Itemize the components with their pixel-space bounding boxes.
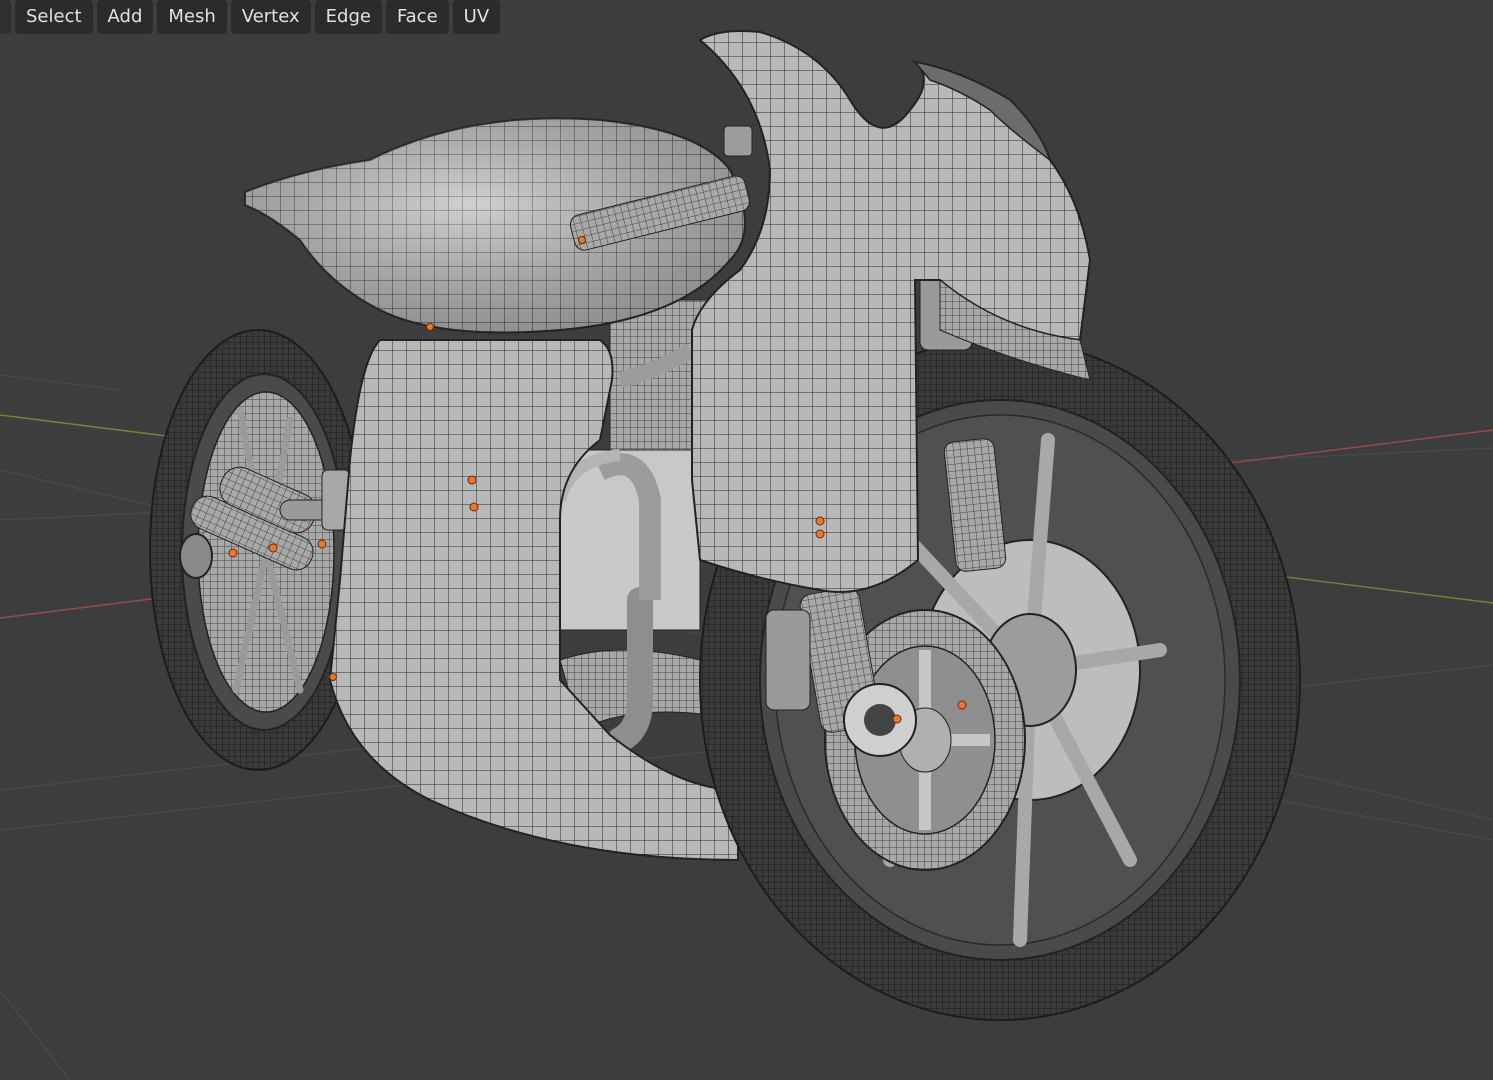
menu-add[interactable]: Add [96, 0, 154, 34]
menu-mesh[interactable]: Mesh [157, 0, 227, 34]
menu-uv[interactable]: UV [452, 0, 501, 34]
menu-edge[interactable]: Edge [314, 0, 382, 34]
menu-vertex[interactable]: Vertex [230, 0, 311, 34]
header-edge [0, 0, 11, 34]
motorcycle-mesh[interactable] [149, 30, 1301, 1021]
viewport-scene[interactable] [0, 0, 1493, 1080]
menu-select[interactable]: Select [15, 0, 93, 34]
menu-face[interactable]: Face [385, 0, 449, 34]
3d-viewport[interactable]: Select Add Mesh Vertex Edge Face UV [0, 0, 1493, 1080]
editor-header-menu: Select Add Mesh Vertex Edge Face UV [0, 0, 501, 38]
